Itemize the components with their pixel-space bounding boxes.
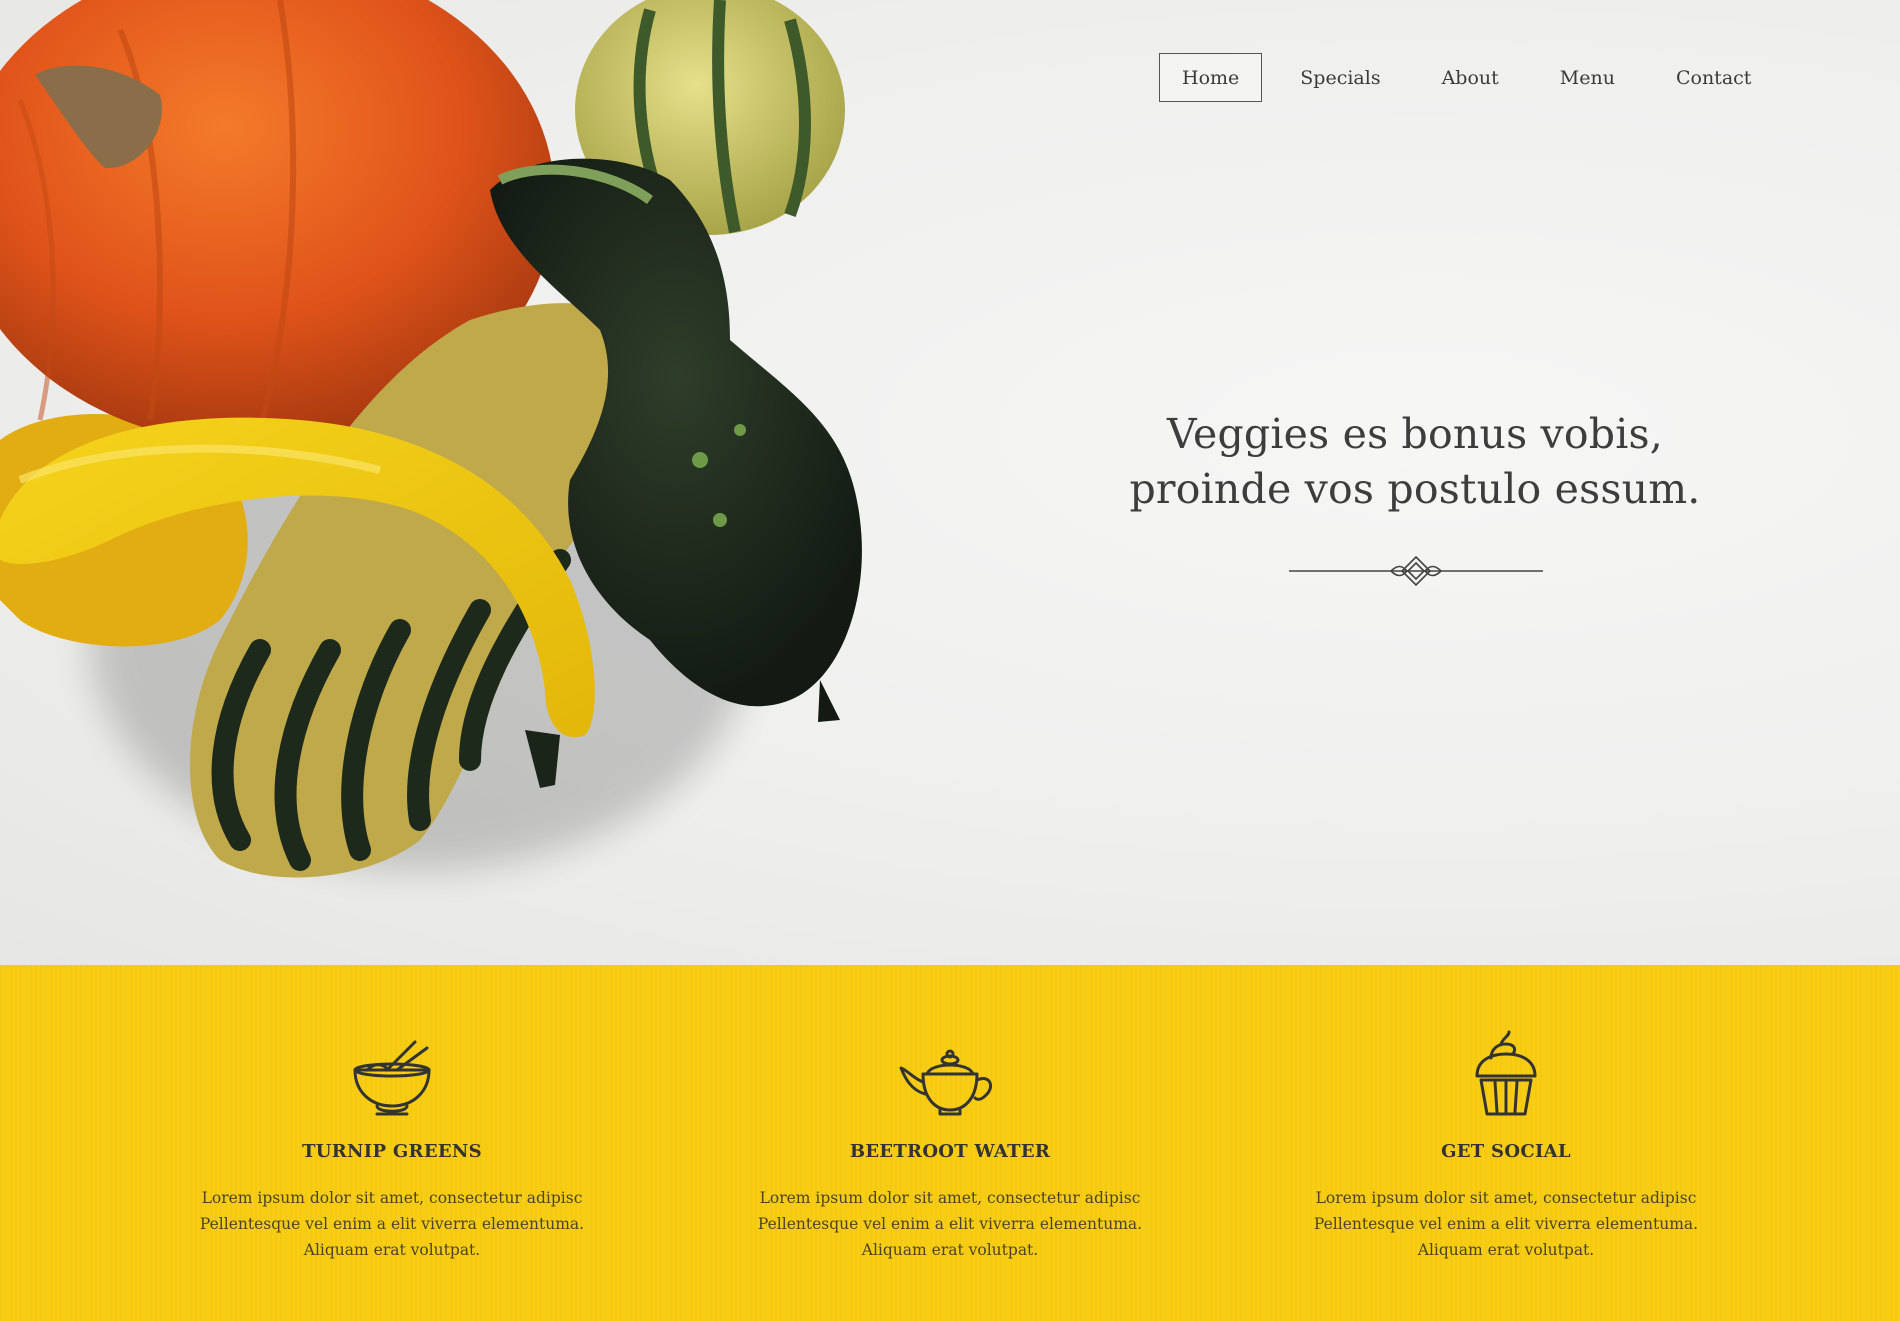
feature-line: Aliquam erat volutpat. xyxy=(861,1241,1039,1259)
main-nav: Home Specials About Menu Contact xyxy=(1159,53,1774,102)
feature-line: Lorem ipsum dolor sit amet, consectetur … xyxy=(759,1189,1141,1207)
feature-line: Aliquam erat volutpat. xyxy=(303,1241,481,1259)
nav-home[interactable]: Home xyxy=(1159,53,1263,102)
feature-line: Pellentesque vel enim a elit viverra ele… xyxy=(757,1215,1143,1233)
feature-description: Lorem ipsum dolor sit amet, consectetur … xyxy=(172,1185,612,1263)
vegetables-image xyxy=(0,0,862,878)
hero-headline-line2: proinde vos postulo essum. xyxy=(1129,465,1701,513)
hero-section: Home Specials About Menu Contact Veggies… xyxy=(0,0,1900,965)
nav-menu[interactable]: Menu xyxy=(1537,53,1638,102)
hero-headline: Veggies es bonus vobis, proinde vos post… xyxy=(1090,407,1740,517)
teapot-icon xyxy=(899,1049,993,1116)
noodle-bowl-icon xyxy=(353,1040,431,1116)
nav-about[interactable]: About xyxy=(1419,53,1522,102)
feature-description: Lorem ipsum dolor sit amet, consectetur … xyxy=(1286,1185,1726,1263)
feature-title: BEETROOT WATER xyxy=(849,1141,1051,1162)
feature-title: TURNIP GREENS xyxy=(302,1141,482,1162)
feature-line: Aliquam erat volutpat. xyxy=(1417,1241,1595,1259)
nav-specials[interactable]: Specials xyxy=(1277,53,1403,102)
nav-contact[interactable]: Contact xyxy=(1653,53,1774,102)
hero-headline-line1: Veggies es bonus vobis, xyxy=(1166,410,1664,458)
features-band: TURNIP GREENS Lorem ipsum dolor sit amet… xyxy=(0,965,1900,1321)
feature-description: Lorem ipsum dolor sit amet, consectetur … xyxy=(730,1185,1170,1263)
feature-line: Lorem ipsum dolor sit amet, consectetur … xyxy=(201,1189,583,1207)
feature-title: GET SOCIAL xyxy=(1441,1141,1571,1162)
feature-line: Lorem ipsum dolor sit amet, consectetur … xyxy=(1315,1189,1697,1207)
decorative-divider-icon xyxy=(1289,555,1543,587)
cupcake-icon xyxy=(1475,1030,1537,1116)
feature-line: Pellentesque vel enim a elit viverra ele… xyxy=(1313,1215,1699,1233)
feature-line: Pellentesque vel enim a elit viverra ele… xyxy=(199,1215,585,1233)
